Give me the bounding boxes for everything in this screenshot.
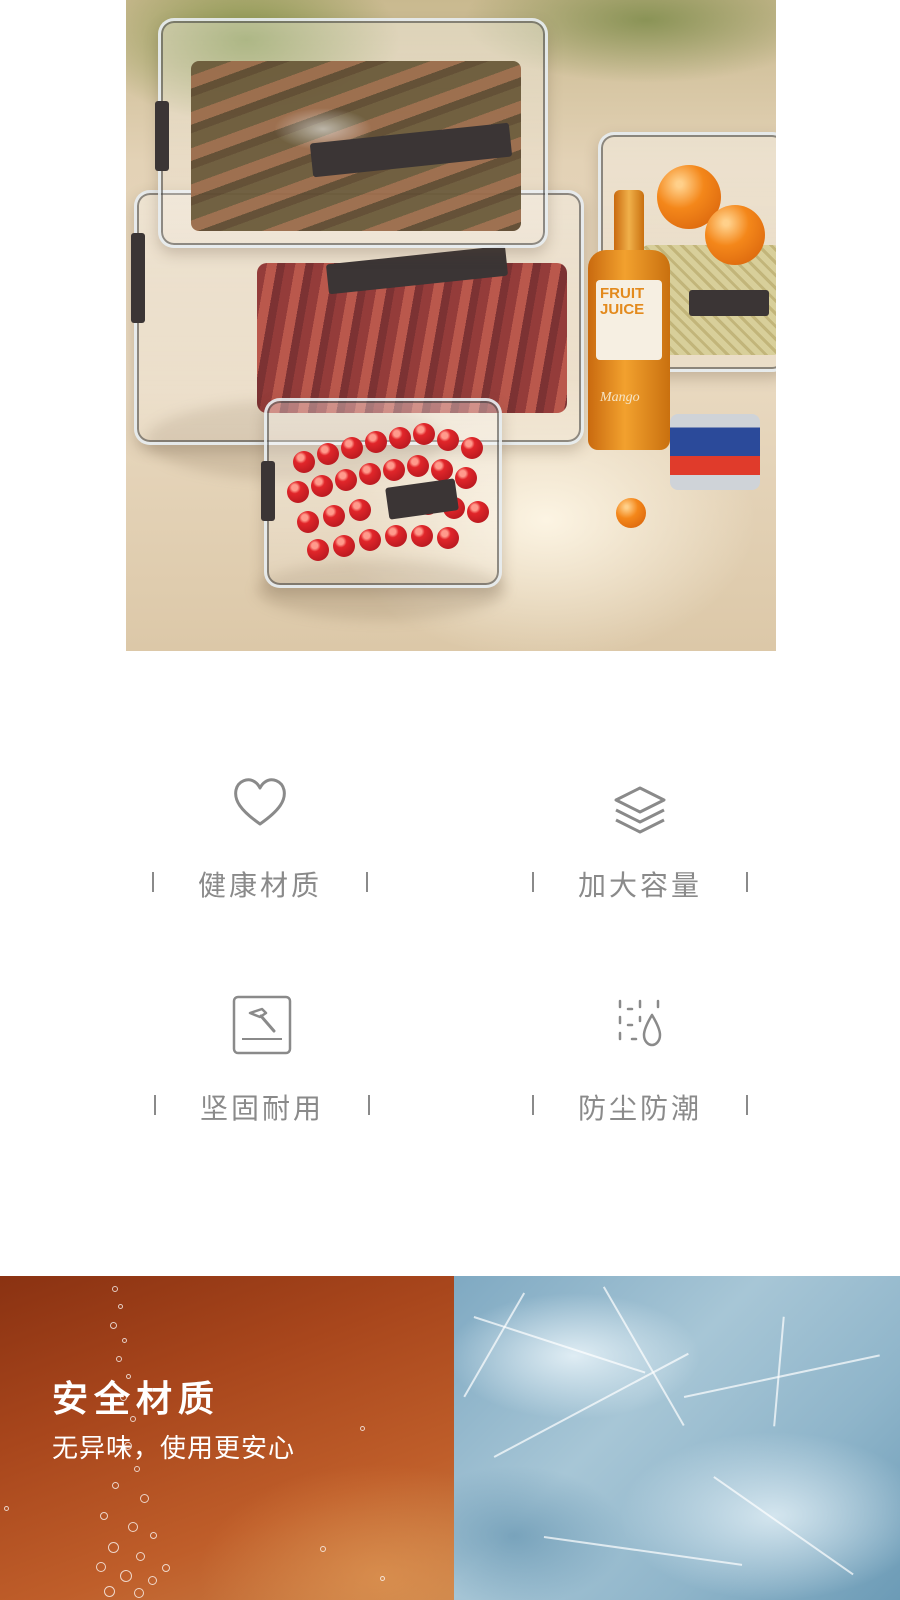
product-photo: FRUIT JUICE Mango xyxy=(126,0,776,651)
banner-subtitle: 无异味，使用更安心 xyxy=(52,1434,296,1464)
hammer-icon xyxy=(232,995,292,1055)
droplet-dust-icon xyxy=(610,995,670,1055)
feature-label: 加大容量 xyxy=(577,869,702,902)
heart-icon xyxy=(230,772,290,832)
food-can xyxy=(670,414,760,490)
feature-durable: 坚固耐用 xyxy=(132,995,392,1145)
banner-title: 安全材质 xyxy=(52,1379,221,1420)
feature-healthy-material: 健康材质 xyxy=(130,772,390,922)
safe-material-banner: 安全材质 无异味，使用更安心 xyxy=(0,1276,454,1600)
label-divider-right xyxy=(368,1095,370,1115)
label-divider-right xyxy=(746,872,748,892)
bottle-label-text: FRUIT JUICE xyxy=(600,285,645,318)
feature-label: 坚固耐用 xyxy=(199,1092,324,1125)
feature-label: 防尘防潮 xyxy=(577,1092,702,1125)
small-tomato-box xyxy=(261,398,502,588)
label-divider-right xyxy=(746,1095,748,1115)
feature-label: 健康材质 xyxy=(197,869,322,902)
label-divider-right xyxy=(366,872,368,892)
juice-bottle: FRUIT JUICE Mango xyxy=(588,250,670,450)
small-orange xyxy=(616,498,646,528)
feature-label-row: 坚固耐用 xyxy=(132,1085,392,1125)
bottle-flavor-text: Mango xyxy=(600,390,640,405)
feature-large-capacity: 加大容量 xyxy=(510,772,770,922)
ice-texture-image xyxy=(454,1276,900,1600)
upper-storage-box xyxy=(155,18,548,248)
layers-icon xyxy=(610,782,670,842)
feature-label-row: 加大容量 xyxy=(510,862,770,902)
feature-dustproof-moistureproof: 防尘防潮 xyxy=(510,995,770,1145)
feature-label-row: 防尘防潮 xyxy=(510,1085,770,1125)
feature-label-row: 健康材质 xyxy=(130,862,390,902)
